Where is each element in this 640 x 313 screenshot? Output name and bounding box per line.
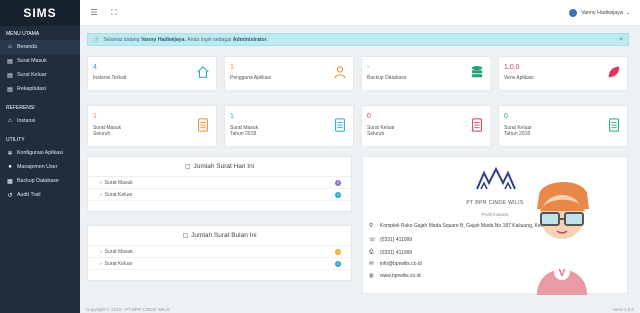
- sidebar-item-rekapitulasi[interactable]: ▤ Rekapitulasi: [0, 82, 80, 96]
- leaf-icon: [608, 66, 620, 78]
- panel-title: Jumlah Surat Hari Ini: [193, 163, 255, 170]
- audit-icon: ↺: [7, 192, 13, 199]
- document-icon: ▤: [7, 58, 13, 65]
- menu-header-referensi: REFERENSI: [6, 105, 35, 111]
- company-logo: [476, 166, 516, 190]
- panel-surat-hari-ini: ▢ Jumlah Surat Hari Ini › Surat Masuk 0 › Su…: [87, 156, 352, 212]
- phone-icon: ☏: [369, 237, 376, 243]
- stat-pengguna[interactable]: 1 Pengguna Aplikasi: [224, 56, 354, 91]
- stat-surat-masuk-seluruh[interactable]: 1 Surat Masuk Seluruh: [87, 105, 217, 147]
- list-item[interactable]: › Surat Masuk 0: [88, 246, 351, 258]
- svg-text:V: V: [559, 268, 566, 279]
- chevron-right-icon: ›: [100, 191, 102, 198]
- document-icon: ▢: [184, 164, 191, 170]
- stat-instansi[interactable]: 4 Instansi Terkait: [87, 56, 217, 91]
- document-icon: ▢: [182, 233, 189, 239]
- app-logo[interactable]: SIMS: [0, 0, 80, 26]
- avatar: [569, 8, 578, 17]
- list-item[interactable]: › Surat Masuk 0: [88, 177, 351, 189]
- user-icon: [334, 66, 346, 79]
- database-icon: [471, 66, 483, 78]
- hamburger-menu-icon[interactable]: ☰: [88, 8, 100, 17]
- document-icon: [609, 118, 619, 132]
- stat-surat-keluar-tahun[interactable]: 0 Surat Keluar Tahun 2018: [498, 105, 628, 147]
- sidebar-item-beranda[interactable]: ⌂ Beranda: [0, 40, 80, 54]
- print-icon: ⎙: [369, 249, 374, 255]
- chevron-down-icon: ⌄: [625, 9, 630, 16]
- gear-icon: ✲: [7, 150, 13, 157]
- list-item[interactable]: › Surat Keluar 0: [88, 258, 351, 270]
- panel-surat-bulan-ini: ▢ Jumlah Surat Bulan Ini › Surat Masuk 0 › S…: [87, 225, 352, 281]
- user-name: Vanny Hadiwijaya: [581, 9, 623, 16]
- panel-title: Jumlah Surat Bulan Ini: [191, 232, 257, 239]
- sidebar-item-instansi[interactable]: ⌂ Instansi: [0, 114, 80, 128]
- info-icon: ⓘ: [94, 37, 100, 43]
- user-menu[interactable]: Vanny Hadiwijaya ⌄: [569, 8, 630, 17]
- copyright: Copyright © 2018 - PT BPR CINDE WILIS: [86, 306, 171, 312]
- mascot-illustration: V: [537, 181, 589, 295]
- version-label: Versi 1.0.0: [612, 306, 634, 312]
- sidebar-item-surat-keluar[interactable]: ▤ Surat Keluar: [0, 68, 80, 82]
- close-icon[interactable]: ×: [619, 37, 623, 43]
- menu-header-utama: MENU UTAMA: [6, 31, 40, 37]
- email-icon: ✉: [369, 261, 374, 267]
- alert-user: Vanny Hadiwijaya: [141, 36, 185, 43]
- stat-surat-masuk-tahun[interactable]: 1 Surat Masuk Tahun 2018: [224, 105, 354, 147]
- chevron-right-icon: ›: [100, 179, 102, 186]
- document-icon: [472, 118, 482, 132]
- home-icon: ⌂: [8, 44, 12, 50]
- sidebar-item-manajemen-user[interactable]: ● Manajemen User: [0, 160, 80, 174]
- sidebar-item-surat-masuk[interactable]: ▤ Surat Masuk: [0, 54, 80, 68]
- fullscreen-icon[interactable]: ⛶: [108, 8, 120, 18]
- welcome-alert: ⓘ Selamat datang Vanny Hadiwijaya. Anda …: [87, 33, 629, 46]
- document-icon: ▤: [7, 86, 13, 93]
- sidebar: SIMS MENU UTAMA ⌂ Beranda ▤ Surat Masuk ▤ S…: [0, 0, 80, 313]
- database-icon: ▦: [7, 178, 13, 185]
- sidebar-item-konfigurasi[interactable]: ✲ Konfigurasi Aplikasi: [0, 146, 80, 160]
- company-profile: PT BPR CINDE WILIS Profil Instansi ⚲ Komp…: [362, 156, 628, 295]
- stat-versi[interactable]: 1.0.0 Versi Aplikasi: [498, 56, 628, 91]
- count-badge: 0: [335, 179, 341, 186]
- stat-surat-keluar-seluruh[interactable]: 0 Surat Keluar Seluruh: [361, 105, 491, 147]
- list-item[interactable]: › Surat Keluar 0: [88, 189, 351, 201]
- home-icon: [197, 66, 209, 78]
- alert-role: Administrator: [232, 36, 267, 43]
- document-icon: ▤: [7, 72, 13, 79]
- sidebar-item-audit[interactable]: ↺ Audit Trail: [0, 188, 80, 202]
- count-badge: 0: [335, 248, 341, 255]
- company-fax: ⎙ (0331) 411999: [369, 249, 413, 256]
- user-icon: ●: [8, 164, 12, 170]
- count-badge: 0: [335, 260, 341, 267]
- map-marker-icon: ⚲: [369, 223, 374, 229]
- document-icon: [335, 118, 345, 132]
- company-website: ◍ www.bprwilis.co.id: [369, 273, 421, 279]
- chevron-right-icon: ›: [100, 260, 102, 267]
- footer: Copyright © 2018 - PT BPR CINDE WILIS Ve…: [80, 305, 640, 313]
- company-phone: ☏ (0331) 411999: [369, 237, 413, 243]
- globe-icon: ◍: [369, 273, 374, 279]
- stat-backup[interactable]: - Backup Database: [361, 56, 491, 91]
- topbar: ☰ ⛶ Vanny Hadiwijaya ⌄: [80, 0, 640, 26]
- company-email: ✉ info@bprwilis.co.id: [369, 261, 422, 267]
- menu-header-utility: UTILITY: [6, 137, 25, 143]
- chevron-right-icon: ›: [100, 248, 102, 255]
- document-icon: [198, 118, 208, 132]
- home-icon: ⌂: [8, 118, 12, 124]
- count-badge: 0: [335, 191, 341, 198]
- sidebar-item-backup[interactable]: ▦ Backup Database: [0, 174, 80, 188]
